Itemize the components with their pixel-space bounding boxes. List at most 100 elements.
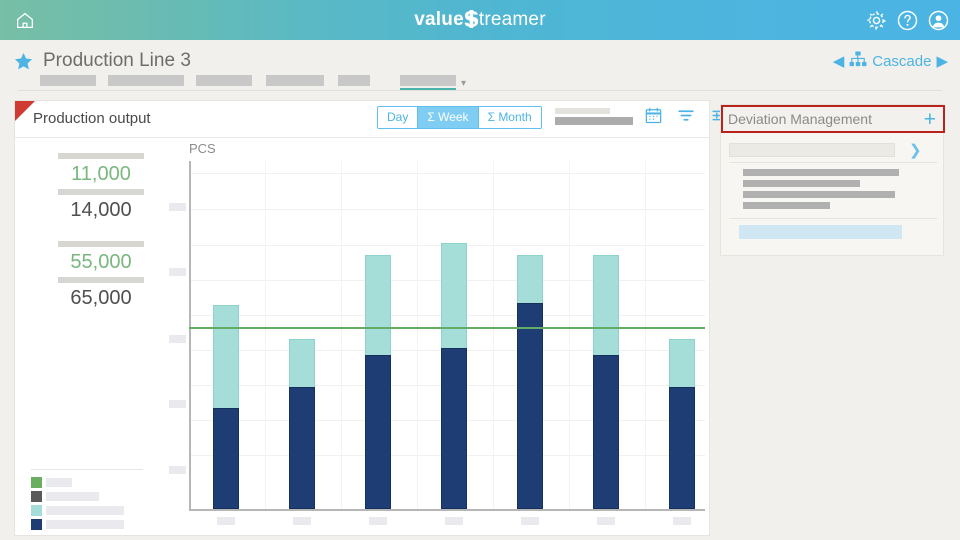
- legend-swatch: [31, 491, 42, 502]
- red-deviation-flag: [15, 101, 35, 121]
- gridline-v: [493, 161, 494, 509]
- filter-funnel-icon[interactable]: [677, 107, 695, 129]
- x-tick-label: [369, 517, 387, 525]
- legend-item-4: [31, 519, 131, 530]
- question-circle-icon[interactable]: [896, 9, 919, 32]
- y-axis: [189, 161, 191, 509]
- user-avatar-icon[interactable]: [927, 9, 950, 32]
- tab-2[interactable]: [108, 75, 184, 86]
- bar-segment-navy: [289, 387, 315, 509]
- deviation-search-input[interactable]: [729, 143, 895, 157]
- legend-item-2: [31, 491, 131, 502]
- cascade-navigator[interactable]: ◀ Cascade ▶: [833, 50, 948, 72]
- card-title: Production output: [33, 110, 151, 127]
- kpi-target-cumulative: 65,000: [45, 277, 157, 311]
- date-range-caption: [555, 108, 610, 114]
- period-toggle-group: Day Σ Week Σ Month: [377, 106, 542, 129]
- production-output-card: Production output Day Σ Week Σ Month 11,…: [14, 100, 728, 537]
- home-icon[interactable]: [12, 7, 38, 33]
- tab-1[interactable]: [40, 75, 96, 86]
- bar-group-2[interactable]: [289, 161, 315, 509]
- legend-label: [46, 492, 99, 501]
- x-tick-label: [445, 517, 463, 525]
- kpi-label: [58, 189, 144, 195]
- legend-swatch: [31, 519, 42, 530]
- x-axis: [189, 509, 705, 511]
- deviation-management-card: Deviation Management + ❯: [720, 104, 945, 256]
- chart-plot-area: PCS: [169, 137, 705, 537]
- tab-5[interactable]: [338, 75, 370, 86]
- kpi-label: [58, 277, 144, 283]
- brand-bold: value: [414, 9, 464, 30]
- tab-4[interactable]: [266, 75, 324, 86]
- x-tick-label: [217, 517, 235, 525]
- star-icon[interactable]: [12, 50, 34, 72]
- kpi-target-short: 14,000: [45, 189, 157, 223]
- kpi-spacer: [45, 225, 157, 241]
- chart-legend: [31, 477, 131, 533]
- bar-segment-navy: [213, 408, 239, 509]
- deviation-management-header: Deviation Management +: [721, 105, 945, 133]
- toggle-week[interactable]: Σ Week: [418, 107, 478, 128]
- y-tick-label: [169, 203, 186, 211]
- legend-label: [46, 520, 124, 529]
- bar-segment-teal: [213, 305, 239, 408]
- cascade-label: Cascade: [872, 52, 932, 70]
- bar-segment-teal: [593, 255, 619, 355]
- bar-group-5[interactable]: [517, 161, 543, 509]
- brand-rest: treamer: [478, 9, 546, 30]
- kpi-label: [58, 241, 144, 247]
- bar-group-7[interactable]: [669, 161, 695, 509]
- plus-icon[interactable]: +: [924, 109, 936, 130]
- bar-segment-navy: [517, 303, 543, 509]
- bar-group-1[interactable]: [213, 161, 239, 509]
- y-tick-label: [169, 400, 186, 408]
- triangle-left-icon[interactable]: ◀: [833, 54, 845, 69]
- deviation-row-3[interactable]: [743, 191, 895, 198]
- toggle-month[interactable]: Σ Month: [478, 107, 541, 128]
- kpi-value: 55,000: [70, 251, 132, 273]
- legend-item-1: [31, 477, 131, 488]
- deviation-divider-2: [729, 218, 937, 219]
- bar-segment-teal: [441, 243, 467, 348]
- bar-segment-navy: [365, 355, 391, 509]
- kpi-panel: 11,000 14,000 55,000 65,000: [45, 153, 157, 313]
- date-range-field[interactable]: [555, 108, 633, 125]
- gear-icon[interactable]: [865, 9, 888, 32]
- app-root: value treamer Production Line 3 ◀ Cascad…: [0, 0, 960, 540]
- bar-segment-navy: [441, 348, 467, 509]
- tab-3[interactable]: [196, 75, 252, 86]
- triangle-right-icon[interactable]: ▶: [936, 54, 948, 69]
- deviation-row-1[interactable]: [743, 169, 899, 176]
- kpi-label: [58, 153, 144, 159]
- page-title: Production Line 3: [43, 50, 191, 71]
- tab-strip: ▾: [0, 72, 960, 92]
- gridline-v: [265, 161, 266, 509]
- deviation-row-2[interactable]: [743, 180, 860, 187]
- calendar-icon[interactable]: [645, 107, 662, 129]
- tab-6-active[interactable]: [400, 75, 456, 91]
- brand-logo: value treamer: [0, 9, 960, 31]
- y-axis-unit-label: PCS: [189, 141, 216, 156]
- kpi-actual-short: 11,000: [45, 153, 157, 187]
- kpi-value: 11,000: [71, 163, 131, 185]
- deviation-footer-bar[interactable]: [739, 225, 902, 239]
- deviation-divider-1: [729, 162, 937, 163]
- bar-segment-teal: [669, 339, 695, 387]
- legend-label: [46, 478, 72, 487]
- bar-group-3[interactable]: [365, 161, 391, 509]
- brand-s-glyph: [464, 10, 479, 28]
- gridline-v: [645, 161, 646, 509]
- deviation-row-4[interactable]: [743, 202, 830, 209]
- gridline-v: [417, 161, 418, 509]
- y-tick-label: [169, 268, 186, 276]
- bar-group-4[interactable]: [441, 161, 467, 509]
- legend-item-3: [31, 505, 131, 516]
- bar-group-6[interactable]: [593, 161, 619, 509]
- x-tick-label: [293, 517, 311, 525]
- chevron-right-icon[interactable]: ❯: [909, 141, 922, 159]
- date-range-value: [555, 117, 633, 125]
- kpi-value: 65,000: [70, 287, 132, 309]
- toggle-day[interactable]: Day: [378, 107, 418, 128]
- chevron-down-icon[interactable]: ▾: [461, 78, 466, 89]
